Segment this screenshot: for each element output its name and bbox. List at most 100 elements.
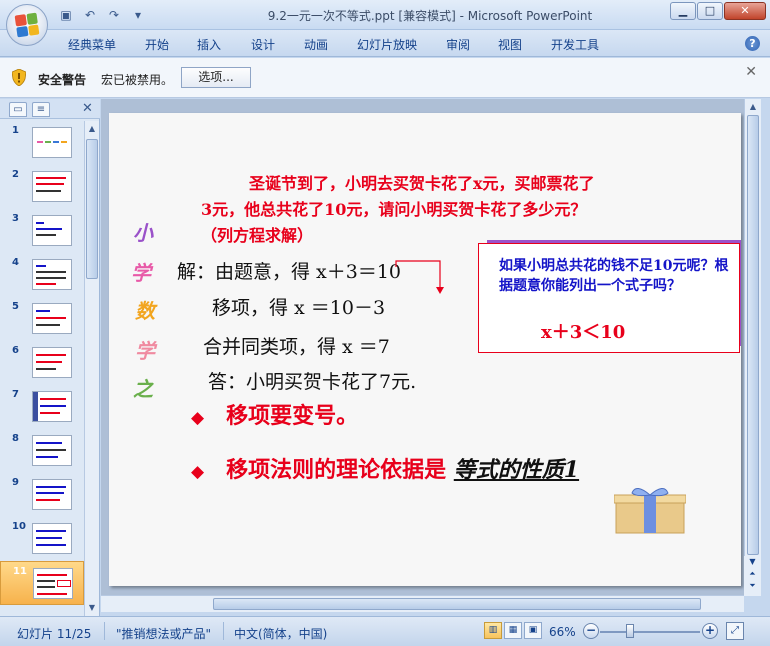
window-title: 9.2一元一次不等式.ppt [兼容模式] - Microsoft PowerP… [267,9,593,23]
bullet-point-2: ◆ 移项法则的理论依据是 等式的性质1 [191,457,580,483]
slide-show-icon[interactable]: ▣ [524,622,542,639]
scrollbar-thumb[interactable] [86,139,98,279]
slide-thumbnail[interactable]: 6 [0,341,84,385]
language-indicator[interactable]: 中文(简体，中国) [234,625,327,642]
decorative-glyph: 数 [135,299,155,323]
zoom-level[interactable]: 66% [549,625,576,639]
title-bar: ▣ ↶ ↷ ▾ 9.2一元一次不等式.ppt [兼容模式] - Microsof… [0,0,770,46]
thumbnail-image [32,215,72,246]
decorative-glyph: 小 [133,221,153,245]
maximize-button[interactable]: □ [697,2,723,20]
slides-pane-tabs: ▭ ≡ ✕ [0,99,100,119]
answer-text: 等式的性质1 [453,457,580,483]
fit-to-window-icon[interactable]: ⤢ [726,622,744,640]
slide-canvas[interactable]: 圣诞节到了，小明去买贺卡花了x元，买邮票花了 3元，他总共花了10元，请问小明买… [109,113,741,586]
security-warning-bar: 安全警告 宏已被禁用。 选项... ✕ [0,58,770,98]
slide-thumbnail[interactable]: 3 [0,209,84,253]
tab-home[interactable]: 开始 [145,36,169,53]
normal-view-icon[interactable]: ▥ [484,622,502,639]
thumbnail-image [32,523,72,554]
zoom-slider[interactable] [600,631,700,633]
thumbnail-image [33,568,73,599]
slide-thumbnail[interactable]: 2 [0,165,84,209]
thumbnail-image [32,303,72,334]
shield-icon [12,69,26,86]
scroll-down-icon[interactable]: ▼ [86,601,98,615]
slide-thumbnail[interactable]: 7 [0,385,84,429]
tab-view[interactable]: 视图 [498,36,522,53]
security-close-icon[interactable]: ✕ [745,64,757,80]
thumbnail-image [32,347,72,378]
slide-thumbnail[interactable]: 9 [0,473,84,517]
status-bar: 幻灯片 11/25 "推销想法或产品" 中文(简体，中国) ▥ ▦ ▣ 66% … [0,616,770,646]
slide-thumbnails: 1 2 3 4 5 6 7 8 9 10 11 [0,121,84,617]
scrollbar-thumb[interactable] [747,115,759,555]
tab-slide-show[interactable]: 幻灯片放映 [357,36,417,53]
thumbnail-image [32,171,72,202]
slide-horizontal-scrollbar[interactable] [101,595,744,612]
tab-insert[interactable]: 插入 [197,36,221,53]
solution-line-3: 合并同类项，得 x ＝7 [203,336,390,358]
minimize-button[interactable]: ▁ [670,2,696,20]
view-buttons: ▥ ▦ ▣ [484,622,542,639]
window-controls: ▁ □ ✕ [670,2,766,20]
bullet-point-1: ◆ 移项要变号。 [191,403,359,429]
close-button[interactable]: ✕ [724,2,766,20]
slide-thumbnail[interactable]: 1 [0,121,84,165]
solution-line-1: 解：由题意，得 x＋3＝10 [177,261,402,283]
tab-design[interactable]: 设计 [251,36,275,53]
slide-thumbnail[interactable]: 10 [0,517,84,561]
pane-close-icon[interactable]: ✕ [82,101,93,116]
solution-line-2: 移项，得 x ＝10－3 [212,297,386,319]
help-icon[interactable]: ? [745,36,760,51]
thumbnail-image [32,127,72,158]
slide-thumbnail-selected[interactable]: 11 [0,561,84,605]
slides-pane: ▭ ≡ ✕ 1 2 3 4 5 6 7 8 9 10 11 ▲ ▼ [0,99,100,617]
security-warning-title: 安全警告 [38,73,87,87]
callout-formula: x＋3＜10 [541,322,626,343]
slides-tab-icon[interactable]: ▭ [9,102,27,117]
decorative-glyph: 之 [133,377,153,401]
thumbnail-image [32,479,72,510]
decorative-glyph: 学 [135,339,155,363]
callout-text: 如果小明总共花的钱不足10元呢？根据题意你能列出一个式子吗？ [499,258,729,294]
slide-thumbnail[interactable]: 8 [0,429,84,473]
thumbnail-image [32,259,72,290]
bullet-diamond-icon: ◆ [191,462,205,482]
zoom-slider-handle[interactable] [626,624,634,638]
scroll-down-icon[interactable]: ▼ [744,556,761,568]
move-term-arrow-icon [395,260,444,294]
callout-box: 如果小明总共花的钱不足10元呢？根据题意你能列出一个式子吗？ x＋3＜10 [478,243,740,353]
previous-slide-icon[interactable]: ⏶ [744,568,761,580]
bullet-diamond-icon: ◆ [191,408,205,428]
slide-counter: 幻灯片 11/25 [17,627,92,641]
slide-sorter-icon[interactable]: ▦ [504,622,522,639]
thumbnail-image [32,391,72,422]
scroll-up-icon[interactable]: ▲ [747,100,759,114]
tab-classic-menu[interactable]: 经典菜单 [68,36,116,53]
office-button[interactable] [6,4,48,46]
tab-developer[interactable]: 开发工具 [551,36,599,53]
tab-animations[interactable]: 动画 [304,36,328,53]
office-logo-icon [14,12,40,38]
scrollbar-thumb[interactable] [213,598,701,610]
zoom-out-button[interactable]: − [583,623,599,639]
security-options-button[interactable]: 选项... [181,67,251,88]
slide-thumbnail[interactable]: 4 [0,253,84,297]
outline-tab-icon[interactable]: ≡ [32,102,50,117]
tab-review[interactable]: 审阅 [446,36,470,53]
security-warning-message: 宏已被禁用。 [101,73,174,87]
question-text: 圣诞节到了，小明去买贺卡花了x元，买邮票花了 3元，他总共花了10元，请问小明买… [201,174,595,245]
slide-vertical-scrollbar[interactable]: ▲ [744,99,761,581]
slide-thumbnail[interactable]: 5 [0,297,84,341]
thumbnails-scrollbar[interactable]: ▲ ▼ [84,121,99,617]
ribbon-tabs: 经典菜单 开始 插入 设计 动画 幻灯片放映 审阅 视图 开发工具 ? [0,30,770,57]
decorative-glyph: 学 [131,261,151,285]
slide-editing-area: 圣诞节到了，小明去买贺卡花了x元，买邮票花了 3元，他总共花了10元，请问小明买… [101,99,753,595]
zoom-in-button[interactable]: + [702,623,718,639]
theme-name[interactable]: "推销想法或产品" [116,625,211,642]
thumbnail-image [32,435,72,466]
scroll-up-icon[interactable]: ▲ [86,122,98,136]
next-slide-icon[interactable]: ⏷ [744,580,761,592]
slide-navigation: ▼ ⏶ ⏷ [744,556,761,596]
